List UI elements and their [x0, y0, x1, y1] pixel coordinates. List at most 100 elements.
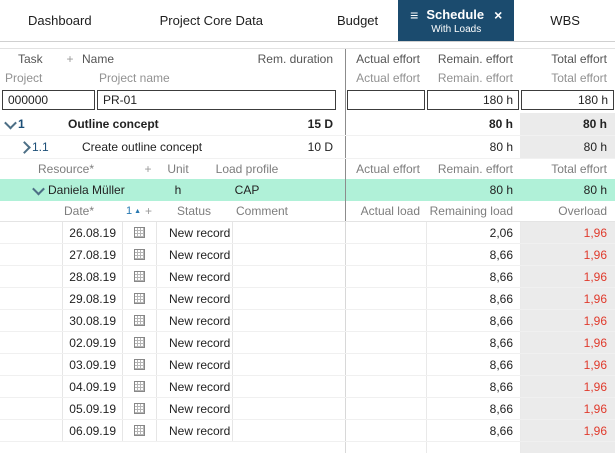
status-cell[interactable]: New record: [156, 244, 232, 265]
date-cell[interactable]: 26.08.19: [62, 222, 122, 243]
remain-effort-cell[interactable]: 80 h: [426, 179, 520, 201]
date-cell[interactable]: 30.08.19: [62, 310, 122, 331]
project-actual-effort-field[interactable]: [347, 90, 425, 110]
add-load-button[interactable]: +: [145, 204, 152, 218]
calendar-icon[interactable]: [134, 249, 145, 260]
status-cell[interactable]: New record: [156, 420, 232, 441]
comment-cell[interactable]: [232, 420, 345, 441]
project-id-field[interactable]: 000000: [2, 90, 95, 110]
tab-dashboard[interactable]: Dashboard: [16, 0, 104, 41]
remaining-load-cell[interactable]: 8,66: [426, 354, 520, 375]
task-duration[interactable]: 15 D: [245, 117, 345, 131]
resource-row[interactable]: Daniela Müller h CAP 80 h 80 h: [0, 179, 615, 201]
date-column-header[interactable]: Date*: [62, 204, 122, 218]
calendar-icon[interactable]: [134, 359, 145, 370]
tab-schedule-active[interactable]: ≡ Schedule × With Loads: [398, 0, 515, 41]
spacer: [0, 442, 615, 453]
date-cell[interactable]: 28.08.19: [62, 266, 122, 287]
comment-cell[interactable]: [232, 398, 345, 419]
comment-cell[interactable]: [232, 288, 345, 309]
task-name[interactable]: Create outline concept: [82, 140, 245, 154]
tab-project-core-data[interactable]: Project Core Data: [152, 0, 271, 41]
calendar-icon[interactable]: [134, 227, 145, 238]
remaining-load-cell[interactable]: 8,66: [426, 266, 520, 287]
resource-unit[interactable]: h: [155, 183, 201, 197]
task-number[interactable]: 1: [18, 117, 68, 131]
date-cell[interactable]: 03.09.19: [62, 354, 122, 375]
table-row: 06.09.19 New record 8,66 1,96: [0, 420, 615, 442]
date-cell[interactable]: 04.09.19: [62, 376, 122, 397]
actual-load-cell[interactable]: [346, 332, 426, 353]
task-number[interactable]: 1.1: [32, 140, 82, 154]
remain-effort-cell[interactable]: 80 h: [426, 113, 520, 135]
expand-chevron-icon[interactable]: [16, 140, 32, 154]
date-cell[interactable]: 29.08.19: [62, 288, 122, 309]
actual-load-cell[interactable]: [346, 310, 426, 331]
status-cell[interactable]: New record: [156, 332, 232, 353]
actual-effort-cell[interactable]: [346, 179, 426, 201]
comment-cell[interactable]: [232, 244, 345, 265]
actual-load-cell[interactable]: [346, 420, 426, 441]
remaining-load-cell[interactable]: 8,66: [426, 310, 520, 331]
calendar-icon[interactable]: [134, 337, 145, 348]
actual-load-cell[interactable]: [346, 354, 426, 375]
comment-cell[interactable]: [232, 266, 345, 287]
comment-cell[interactable]: [232, 376, 345, 397]
date-cell[interactable]: 05.09.19: [62, 398, 122, 419]
actual-load-cell[interactable]: [346, 266, 426, 287]
actual-load-cell[interactable]: [346, 288, 426, 309]
status-cell[interactable]: New record: [156, 310, 232, 331]
close-icon[interactable]: ×: [494, 7, 502, 23]
menu-icon[interactable]: ≡: [410, 7, 418, 23]
status-cell[interactable]: New record: [156, 354, 232, 375]
calendar-icon[interactable]: [134, 403, 145, 414]
status-cell[interactable]: New record: [156, 376, 232, 397]
remaining-load-cell[interactable]: 8,66: [426, 288, 520, 309]
remaining-load-column-header: Remaining load: [429, 204, 513, 218]
comment-cell[interactable]: [232, 222, 345, 243]
remaining-load-cell[interactable]: 2,06: [426, 222, 520, 243]
actual-load-cell[interactable]: [346, 376, 426, 397]
remaining-load-cell[interactable]: 8,66: [426, 332, 520, 353]
comment-cell[interactable]: [232, 354, 345, 375]
actual-effort-cell[interactable]: [346, 113, 426, 135]
task-duration[interactable]: 10 D: [245, 140, 345, 154]
tab-wbs[interactable]: WBS: [540, 0, 590, 41]
calendar-icon[interactable]: [134, 271, 145, 282]
date-cell[interactable]: 06.09.19: [62, 420, 122, 441]
actual-load-cell[interactable]: [346, 398, 426, 419]
tab-budget[interactable]: Budget: [329, 0, 386, 41]
remaining-load-cell[interactable]: 8,66: [426, 244, 520, 265]
sort-control[interactable]: 1 ▲ +: [122, 204, 156, 218]
calendar-icon[interactable]: [134, 315, 145, 326]
project-remain-effort-field[interactable]: 180 h: [427, 90, 519, 110]
overload-cell: 1,96: [520, 398, 615, 419]
status-cell[interactable]: New record: [156, 266, 232, 287]
project-total-effort-field[interactable]: 180 h: [521, 90, 614, 110]
status-cell[interactable]: New record: [156, 222, 232, 243]
actual-load-cell[interactable]: [346, 244, 426, 265]
remaining-load-cell[interactable]: 8,66: [426, 420, 520, 441]
date-cell[interactable]: 02.09.19: [62, 332, 122, 353]
status-cell[interactable]: New record: [156, 288, 232, 309]
add-task-button[interactable]: +: [62, 52, 78, 66]
collapse-chevron-icon[interactable]: [2, 116, 18, 129]
resource-name[interactable]: Daniela Müller: [46, 183, 155, 197]
calendar-icon[interactable]: [134, 381, 145, 392]
remaining-load-cell[interactable]: 8,66: [426, 376, 520, 397]
comment-cell[interactable]: [232, 310, 345, 331]
actual-effort-cell[interactable]: [346, 136, 426, 158]
remaining-load-cell[interactable]: 8,66: [426, 398, 520, 419]
resource-load-profile[interactable]: CAP: [201, 183, 293, 197]
actual-load-cell[interactable]: [346, 222, 426, 243]
project-name-field[interactable]: PR-01: [97, 90, 336, 110]
date-cell[interactable]: 27.08.19: [62, 244, 122, 265]
calendar-icon[interactable]: [134, 293, 145, 304]
add-resource-button[interactable]: +: [141, 162, 155, 176]
calendar-icon[interactable]: [134, 425, 145, 436]
remain-effort-cell[interactable]: 80 h: [426, 136, 520, 158]
collapse-chevron-icon[interactable]: [30, 182, 46, 195]
status-cell[interactable]: New record: [156, 398, 232, 419]
task-name[interactable]: Outline concept: [68, 117, 245, 131]
comment-cell[interactable]: [232, 332, 345, 353]
